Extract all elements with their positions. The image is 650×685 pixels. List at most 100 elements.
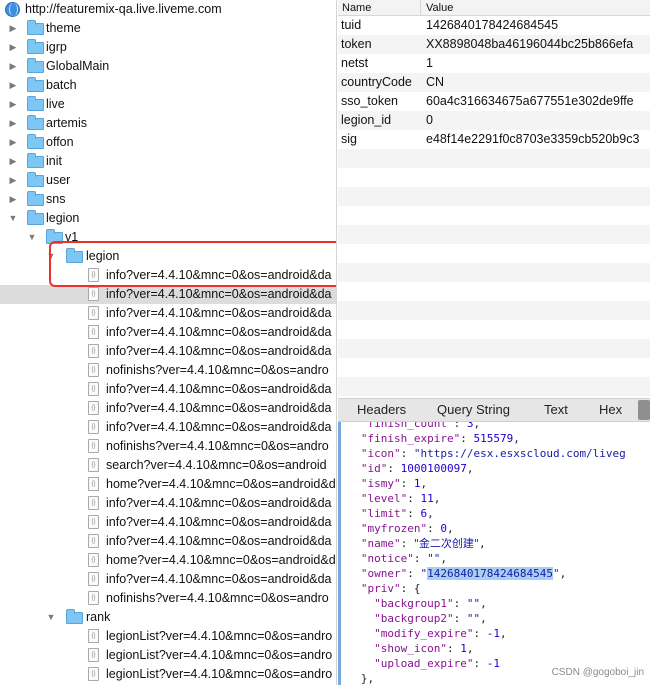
tree-request-item[interactable]: info?ver=4.4.10&mnc=0&os=android&da: [0, 342, 336, 361]
disclosure-collapsed-icon[interactable]: ▶: [8, 76, 18, 95]
tree-folder-artemis[interactable]: ▶ artemis: [0, 114, 336, 133]
tree-folder-legion[interactable]: ▼ legion: [0, 209, 336, 228]
tree-request-item[interactable]: search?ver=4.4.10&mnc=0&os=android: [0, 456, 336, 475]
disclosure-collapsed-icon[interactable]: ▶: [8, 57, 18, 76]
json-file-icon: [88, 553, 99, 567]
disclosure-collapsed-icon[interactable]: ▶: [8, 190, 18, 209]
disclosure-expanded-icon[interactable]: ▼: [46, 608, 56, 627]
param-name: legion_id: [341, 113, 392, 127]
empty-param-row: [338, 301, 650, 320]
tree-folder-rank[interactable]: ▼ rank: [0, 608, 336, 627]
disclosure-expanded-icon[interactable]: ▼: [8, 209, 18, 228]
request-tree-pane: http://featuremix-qa.live.liveme.com ▶ th…: [0, 0, 337, 685]
tree-item-label: rank: [86, 610, 111, 624]
param-row[interactable]: countryCode CN: [338, 73, 650, 92]
tab-headers[interactable]: Headers: [357, 399, 406, 421]
disclosure-collapsed-icon[interactable]: ▶: [8, 171, 18, 190]
tree-folder-theme[interactable]: ▶ theme: [0, 19, 336, 38]
tree-request-item[interactable]: home?ver=4.4.10&mnc=0&os=android&d: [0, 475, 336, 494]
folder-icon: [27, 134, 44, 149]
tree-request-item[interactable]: nofinishs?ver=4.4.10&mnc=0&os=andro: [0, 361, 336, 380]
tree-item-label: search?ver=4.4.10&mnc=0&os=android: [106, 458, 327, 472]
json-key: "backgroup1": [374, 597, 454, 610]
json-file-icon: [88, 287, 99, 301]
tree-request-item[interactable]: legionList?ver=4.4.10&mnc=0&os=andro: [0, 627, 336, 646]
folder-icon: [27, 210, 44, 225]
param-row[interactable]: sig e48f14e2291f0c8703e3359cb520b9c3: [338, 130, 650, 149]
disclosure-collapsed-icon[interactable]: ▶: [8, 95, 18, 114]
disclosure-expanded-icon[interactable]: ▼: [27, 228, 37, 247]
tab-text[interactable]: Text: [544, 399, 568, 421]
column-header-value[interactable]: Value: [426, 0, 453, 16]
tree-request-item[interactable]: home?ver=4.4.10&mnc=0&os=android&d: [0, 551, 336, 570]
tree-item-label: init: [46, 154, 62, 168]
column-header-name[interactable]: Name: [342, 0, 371, 16]
tree-request-item[interactable]: info?ver=4.4.10&mnc=0&os=android&da: [0, 304, 336, 323]
tree-request-item[interactable]: info?ver=4.4.10&mnc=0&os=android&da: [0, 399, 336, 418]
tree-folder-v1[interactable]: ▼ v1: [0, 228, 336, 247]
tree-request-item[interactable]: info?ver=4.4.10&mnc=0&os=android&da: [0, 532, 336, 551]
tree-request-item[interactable]: info?ver=4.4.10&mnc=0&os=android&da: [0, 570, 336, 589]
tree-item-label: nofinishs?ver=4.4.10&mnc=0&os=andro: [106, 439, 329, 453]
tree-folder-live[interactable]: ▶ live: [0, 95, 336, 114]
tab-hex[interactable]: Hex: [599, 399, 622, 421]
json-key: "name": [360, 537, 401, 550]
tree-folder-init[interactable]: ▶ init: [0, 152, 336, 171]
tree-folder-sns[interactable]: ▶ sns: [0, 190, 336, 209]
disclosure-collapsed-icon[interactable]: ▶: [8, 133, 18, 152]
tree-request-item[interactable]: info?ver=4.4.10&mnc=0&os=android&da: [0, 513, 336, 532]
tree-item-label: info?ver=4.4.10&mnc=0&os=android&da: [106, 268, 332, 282]
param-value: CN: [426, 75, 445, 89]
json-file-icon: [88, 534, 99, 548]
response-tab-bar: Headers Query String Text Hex: [338, 398, 650, 422]
tree-request-item[interactable]: nofinishs?ver=4.4.10&mnc=0&os=andro: [0, 437, 336, 456]
tree-folder-igrp[interactable]: ▶ igrp: [0, 38, 336, 57]
tree-root-host[interactable]: http://featuremix-qa.live.liveme.com: [0, 0, 336, 19]
param-row[interactable]: netst 1: [338, 54, 650, 73]
tree-folder-globalmain[interactable]: ▶ GlobalMain: [0, 57, 336, 76]
tree-folder-legion[interactable]: ▼ legion: [0, 247, 336, 266]
tree-folder-batch[interactable]: ▶ batch: [0, 76, 336, 95]
disclosure-collapsed-icon[interactable]: ▶: [8, 19, 18, 38]
json-value: 1000100097: [400, 462, 467, 475]
tree-folder-user[interactable]: ▶ user: [0, 171, 336, 190]
tab-query-string[interactable]: Query String: [437, 399, 510, 421]
json-line: "notice": "",: [360, 552, 447, 565]
tree-request-item[interactable]: nofinishs?ver=4.4.10&mnc=0&os=andro: [0, 589, 336, 608]
json-file-icon: [88, 268, 99, 282]
empty-param-row: [338, 187, 650, 206]
tree-item-label: legionList?ver=4.4.10&mnc=0&os=andro: [106, 629, 333, 643]
tree-item-label: user: [46, 173, 71, 187]
json-file-icon: [88, 591, 99, 605]
param-row[interactable]: legion_id 0: [338, 111, 650, 130]
column-divider[interactable]: [420, 0, 421, 16]
tree-request-item[interactable]: info?ver=4.4.10&mnc=0&os=android&da: [0, 418, 336, 437]
json-response-view[interactable]: "finish_count": 3, "finish_expire": 5155…: [338, 422, 650, 685]
tree-folder-offon[interactable]: ▶ offon: [0, 133, 336, 152]
param-row[interactable]: sso_token 60a4c316634675a677551e302de9ffe: [338, 92, 650, 111]
selected-text[interactable]: 1426840178424684545: [427, 567, 553, 580]
folder-icon: [46, 229, 63, 244]
disclosure-collapsed-icon[interactable]: ▶: [8, 38, 18, 57]
json-line: "level": 11,: [360, 492, 441, 505]
disclosure-collapsed-icon[interactable]: ▶: [8, 152, 18, 171]
tree-request-item[interactable]: legionList?ver=4.4.10&mnc=0&os=andro: [0, 665, 336, 684]
json-key: "icon": [360, 447, 401, 460]
tree-request-item[interactable]: info?ver=4.4.10&mnc=0&os=android&da: [0, 266, 336, 285]
tab-scroll-handle[interactable]: [638, 400, 650, 420]
param-row[interactable]: tuid 1426840178424684545: [338, 16, 650, 35]
empty-param-row: [338, 320, 650, 339]
disclosure-expanded-icon[interactable]: ▼: [46, 247, 56, 266]
tree-item-label: GlobalMain: [46, 59, 110, 73]
json-line: "upload_expire": -1: [374, 657, 500, 670]
json-line: "finish_expire": 515579,: [360, 432, 520, 445]
tree-request-item[interactable]: info?ver=4.4.10&mnc=0&os=android&da: [0, 323, 336, 342]
tree-request-item[interactable]: info?ver=4.4.10&mnc=0&os=android&da: [0, 380, 336, 399]
json-key: "notice": [360, 552, 414, 565]
disclosure-collapsed-icon[interactable]: ▶: [8, 114, 18, 133]
param-row[interactable]: token XX8898048ba46196044bc25b866efa: [338, 35, 650, 54]
tree-request-item[interactable]: info?ver=4.4.10&mnc=0&os=android&da: [0, 494, 336, 513]
tree-request-item[interactable]: info?ver=4.4.10&mnc=0&os=android&da: [0, 285, 336, 304]
folder-icon: [66, 609, 83, 624]
tree-request-item[interactable]: legionList?ver=4.4.10&mnc=0&os=andro: [0, 646, 336, 665]
